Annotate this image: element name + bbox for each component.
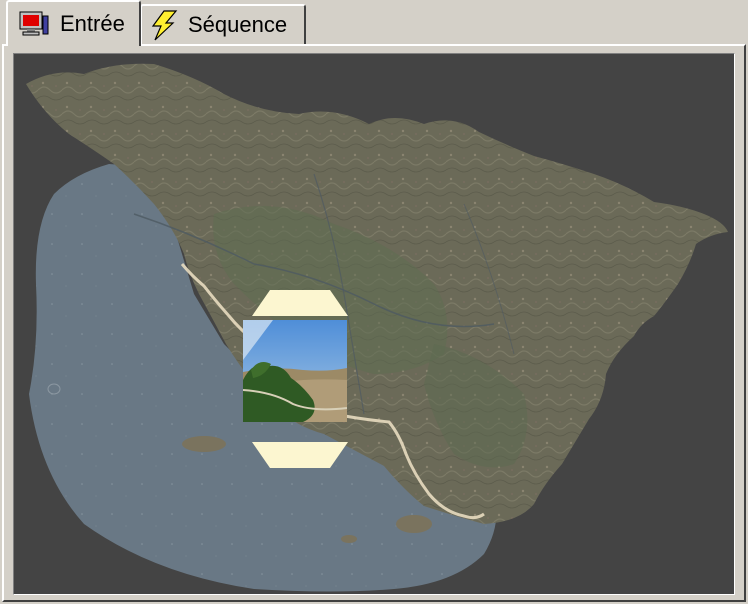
- map-viewport[interactable]: [13, 53, 735, 595]
- lightning-icon: [150, 9, 178, 41]
- tab-entree[interactable]: Entrée: [6, 0, 141, 46]
- photo-thumbnail-icon[interactable]: [243, 320, 347, 422]
- tab-sequence-label: Séquence: [188, 12, 288, 37]
- arrow-down-icon[interactable]: [252, 442, 348, 468]
- tab-bar: Entrée Séquence: [0, 0, 748, 46]
- island-shape: [396, 515, 432, 533]
- tab-sequence[interactable]: Séquence: [140, 4, 306, 44]
- arrow-up-icon[interactable]: [252, 290, 348, 316]
- map-window: Entrée Séquence: [0, 0, 748, 604]
- map-icon[interactable]: [14, 54, 734, 594]
- island-shape: [182, 436, 226, 452]
- island-shape: [341, 535, 357, 543]
- monitor-icon: [18, 10, 50, 38]
- photo-marker: [243, 290, 349, 470]
- tab-entree-label: Entrée: [60, 11, 125, 36]
- entree-panel: [2, 44, 746, 602]
